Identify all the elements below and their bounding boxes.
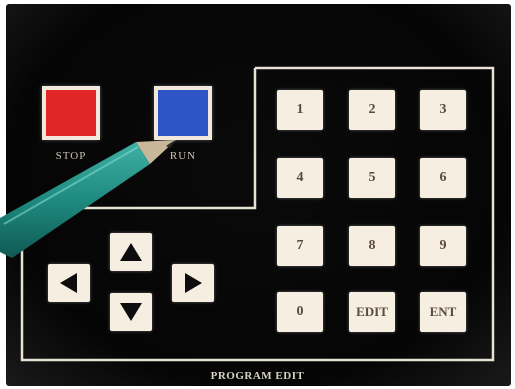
left-arrow-button[interactable] bbox=[48, 264, 90, 302]
arrow-up-icon bbox=[120, 243, 142, 261]
down-arrow-button[interactable] bbox=[110, 293, 152, 331]
run-button[interactable] bbox=[154, 86, 212, 140]
up-arrow-button[interactable] bbox=[110, 233, 152, 271]
key-1[interactable]: 1 bbox=[277, 90, 323, 130]
key-ent[interactable]: ENT bbox=[420, 292, 466, 332]
arrow-left-icon bbox=[60, 273, 77, 293]
key-3[interactable]: 3 bbox=[420, 90, 466, 130]
key-4[interactable]: 4 bbox=[277, 158, 323, 198]
stop-button[interactable] bbox=[42, 86, 100, 140]
key-edit[interactable]: EDIT bbox=[349, 292, 395, 332]
arrow-down-icon bbox=[120, 303, 142, 321]
key-6[interactable]: 6 bbox=[420, 158, 466, 198]
key-2[interactable]: 2 bbox=[349, 90, 395, 130]
device-photo: STOP RUN 1 2 3 4 5 6 7 8 9 0 EDIT ENT PR… bbox=[0, 0, 515, 389]
stop-label: STOP bbox=[55, 150, 87, 162]
key-0[interactable]: 0 bbox=[277, 292, 323, 332]
key-5[interactable]: 5 bbox=[349, 158, 395, 198]
run-label: RUN bbox=[169, 150, 197, 162]
right-arrow-button[interactable] bbox=[172, 264, 214, 302]
key-7[interactable]: 7 bbox=[277, 226, 323, 266]
arrow-right-icon bbox=[185, 273, 202, 293]
key-9[interactable]: 9 bbox=[420, 226, 466, 266]
key-8[interactable]: 8 bbox=[349, 226, 395, 266]
program-edit-label: PROGRAM EDIT bbox=[210, 370, 305, 382]
